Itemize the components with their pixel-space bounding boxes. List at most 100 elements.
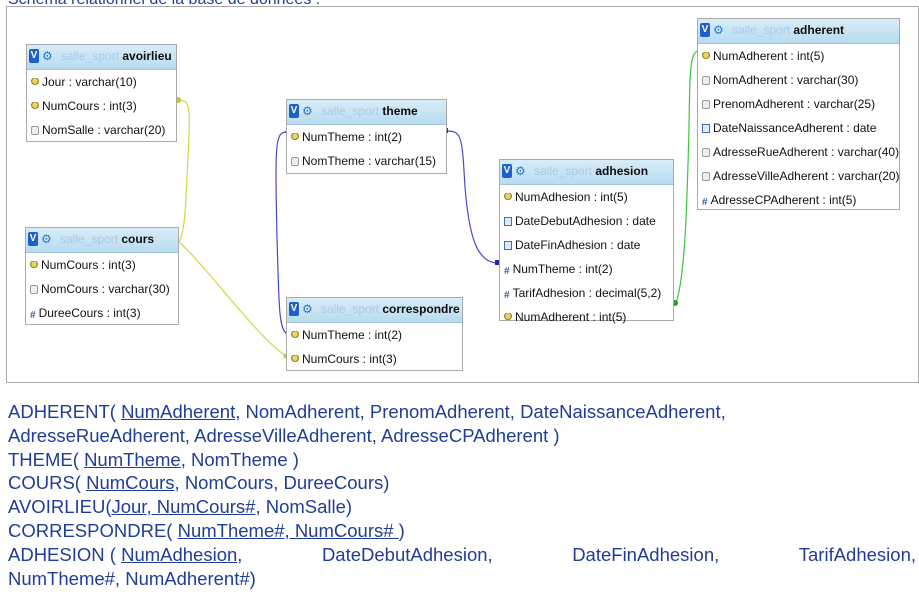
gear-icon[interactable]: ⚙: [42, 50, 54, 62]
table-cours-header[interactable]: V ⚙ salle_sport cours: [26, 228, 178, 253]
column-row[interactable]: # DureeCours : int(3): [26, 301, 178, 325]
view-icon[interactable]: V: [502, 164, 512, 178]
column-row[interactable]: NomCours : varchar(30): [26, 277, 178, 301]
table-schema: salle_sport: [321, 104, 380, 118]
view-icon[interactable]: V: [289, 104, 299, 118]
column-row[interactable]: NumAdhesion : int(5): [500, 185, 673, 209]
view-icon[interactable]: V: [289, 302, 299, 316]
relation-attributes: NumTheme#, NumAdherent#): [8, 567, 256, 589]
column-row[interactable]: NomSalle : varchar(20): [27, 118, 176, 142]
primary-key: Jour, NumCours#: [111, 496, 256, 518]
column-label: AdresseVilleAdherent : varchar(20): [713, 169, 900, 183]
column-row[interactable]: NomTheme : varchar(15): [287, 149, 446, 173]
relation-attributes: ,: [237, 543, 243, 565]
column-label: NumTheme : int(2): [302, 130, 403, 144]
date-icon: [504, 217, 512, 226]
table-theme-header[interactable]: V ⚙ salle_sport theme: [287, 100, 446, 125]
table-schema: salle_sport: [321, 302, 380, 316]
column-label: DateDebutAdhesion : date: [515, 214, 656, 228]
table-schema: salle_sport: [60, 232, 119, 246]
column-row[interactable]: DateNaissanceAdherent : date: [698, 116, 899, 140]
table-name: theme: [382, 104, 418, 118]
table-adhesion-header[interactable]: V ⚙ salle_sport adhesion: [500, 160, 673, 185]
column-row[interactable]: # NumTheme : int(2): [500, 257, 673, 281]
table-name: cours: [121, 232, 155, 246]
column-row[interactable]: NumCours : int(3): [287, 347, 462, 371]
relation-adhesion: ADHESION ( NumAdhesion, DateDebutAdhesion…: [8, 543, 916, 567]
table-adherent-header[interactable]: V ⚙ salle_sport adherent: [698, 19, 899, 44]
column-icon: [702, 172, 710, 181]
column-icon: [702, 100, 710, 109]
table-avoirlieu-header[interactable]: V ⚙ salle_sport avoirlieu: [27, 45, 176, 70]
primary-key: NumAdherent: [121, 401, 236, 422]
relation-attributes: AdresseRueAdherent, AdresseVilleAdherent…: [8, 424, 560, 446]
view-icon[interactable]: V: [700, 23, 710, 37]
table-cours[interactable]: V ⚙ salle_sport cours NumCours : int(3) …: [25, 227, 179, 325]
column-row[interactable]: PrenomAdherent : varchar(25): [698, 92, 899, 116]
key-icon: [31, 78, 39, 87]
column-row[interactable]: Jour : varchar(10): [27, 70, 176, 94]
column-row[interactable]: NumCours : int(3): [26, 253, 178, 277]
column-label: NumCours : int(3): [41, 258, 136, 272]
column-row[interactable]: AdresseVilleAdherent : varchar(20): [698, 164, 900, 188]
column-label: PrenomAdherent : varchar(25): [713, 97, 876, 111]
column-row[interactable]: DateFinAdhesion : date: [500, 233, 673, 257]
relation-attribute: DateFinAdhesion,: [572, 543, 720, 565]
view-icon[interactable]: V: [28, 232, 38, 246]
primary-key: NumCours: [86, 472, 175, 494]
column-row[interactable]: DateDebutAdhesion : date: [500, 209, 673, 233]
column-label: NumAdherent : int(5): [713, 49, 825, 63]
table-adherent[interactable]: V ⚙ salle_sport adherent NumAdherent : i…: [697, 18, 900, 210]
key-icon: [702, 52, 710, 61]
column-row[interactable]: NumTheme : int(2): [287, 323, 462, 347]
hash-icon: #: [702, 197, 708, 208]
gear-icon[interactable]: ⚙: [302, 105, 314, 117]
relation-adhesion-cont: NumTheme#, NumAdherent#): [8, 567, 919, 591]
key-icon: [30, 261, 38, 270]
column-label: NumCours : int(3): [42, 99, 137, 113]
primary-key: NumAdhesion: [121, 543, 238, 565]
column-icon: [291, 157, 299, 166]
column-label: NomCours : varchar(30): [41, 282, 170, 296]
relation-correspondre: CORRESPONDRE( NumTheme#, NumCours# ): [8, 519, 919, 543]
column-row[interactable]: NumAdherent : int(5): [500, 305, 673, 329]
designer-canvas: V ⚙ salle_sport avoirlieu Jour : varchar…: [6, 6, 919, 383]
table-correspondre[interactable]: V ⚙ salle_sport correspondre NumTheme : …: [286, 297, 463, 371]
column-label: DateNaissanceAdherent : date: [713, 121, 877, 135]
column-row[interactable]: NumAdherent : int(5): [698, 44, 899, 68]
table-avoirlieu[interactable]: V ⚙ salle_sport avoirlieu Jour : varchar…: [26, 44, 177, 142]
relation-avoirlieu: AVOIRLIEU(Jour, NumCours#, NomSalle): [8, 495, 919, 519]
relation-adherent: ADHERENT( NumAdherent, NomAdherent, Pren…: [8, 400, 919, 424]
relation-attribute: DateDebutAdhesion,: [321, 543, 493, 565]
table-theme[interactable]: V ⚙ salle_sport theme NumTheme : int(2) …: [286, 99, 447, 174]
view-icon[interactable]: V: [29, 49, 39, 63]
column-row[interactable]: NomAdherent : varchar(30): [698, 68, 899, 92]
column-label: NumTheme : int(2): [302, 328, 403, 342]
column-label: NomAdherent : varchar(30): [713, 73, 859, 87]
column-label: DateFinAdhesion : date: [515, 238, 641, 252]
table-name: adhesion: [595, 164, 649, 178]
gear-icon[interactable]: ⚙: [302, 303, 314, 315]
column-row[interactable]: # AdresseCPAdherent : int(5): [698, 188, 899, 212]
link-theme-correspondre: [275, 131, 287, 334]
column-row[interactable]: # TarifAdhesion : decimal(5,2): [500, 281, 673, 305]
key-icon: [291, 331, 299, 340]
table-adhesion[interactable]: V ⚙ salle_sport adhesion NumAdhesion : i…: [499, 159, 674, 324]
table-correspondre-header[interactable]: V ⚙ salle_sport correspondre: [287, 298, 462, 323]
column-label: NumTheme : int(2): [512, 262, 613, 276]
date-icon: [504, 241, 512, 250]
relation-name: ADHERENT(: [8, 401, 122, 422]
column-row[interactable]: AdresseRueAdherent : varchar(40): [698, 140, 899, 164]
column-row[interactable]: NumTheme : int(2): [287, 125, 446, 149]
column-label: NomTheme : varchar(15): [302, 154, 437, 168]
column-icon: [31, 126, 39, 135]
key-icon: [31, 102, 39, 111]
table-name: avoirlieu: [122, 49, 172, 63]
gear-icon[interactable]: ⚙: [515, 165, 527, 177]
column-row[interactable]: NumCours : int(3): [27, 94, 176, 118]
gear-icon[interactable]: ⚙: [713, 24, 725, 36]
relation-adherent-cont: AdresseRueAdherent, AdresseVilleAdherent…: [8, 424, 919, 448]
relation-name: AVOIRLIEU(: [8, 496, 112, 518]
gear-icon[interactable]: ⚙: [41, 233, 53, 245]
table-schema: salle_sport: [534, 164, 593, 178]
